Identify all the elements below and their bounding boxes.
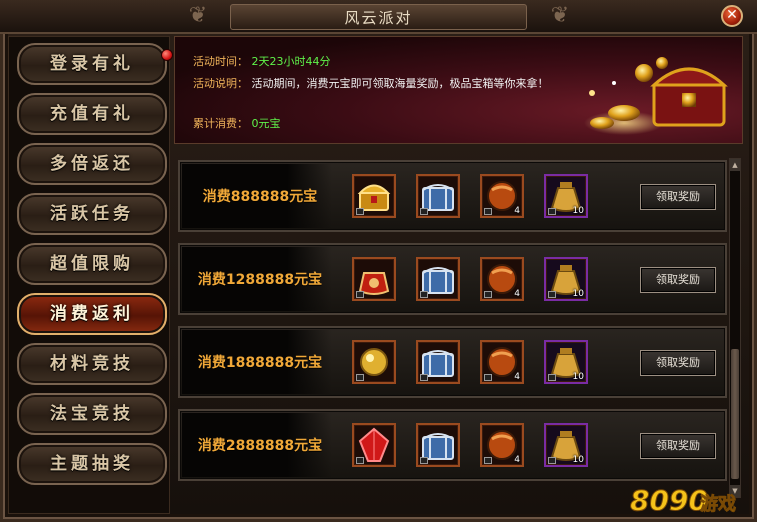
event-description-label: 活动说明： [193, 77, 248, 90]
reward-slot[interactable] [416, 340, 460, 384]
sidebar-item-label: 活跃任务 [50, 204, 134, 224]
bind-icon [420, 208, 428, 215]
reward-list: 消费888888元宝 4 10 领取奖励 消费1288888元宝 4 10 领取… [174, 150, 729, 516]
item-quantity: 4 [514, 206, 520, 216]
sidebar-item-label: 超值限购 [50, 254, 134, 274]
bind-icon [420, 291, 428, 298]
reward-slot[interactable]: 10 [544, 174, 588, 218]
bind-icon [548, 457, 556, 464]
sidebar-item-label: 充值有礼 [50, 104, 134, 124]
reward-slot[interactable]: 4 [480, 423, 524, 467]
reward-threshold: 消费2888888元宝 [197, 438, 323, 454]
sidebar-item-label: 主题抽奖 [50, 454, 134, 474]
sidebar-item-label: 消费返利 [50, 304, 134, 324]
sidebar-item-limited-buy[interactable]: 超值限购 [17, 243, 167, 285]
reward-threshold: 消费1288888元宝 [197, 272, 323, 288]
bind-icon [548, 291, 556, 298]
sidebar-item-multi-return[interactable]: 多倍返还 [17, 143, 167, 185]
sidebar-item-label: 法宝竞技 [50, 404, 134, 424]
accumulated-spend: 累计消费： 0元宝 [193, 115, 281, 131]
scroll-up-icon[interactable]: ▲ [730, 159, 740, 171]
item-quantity: 10 [572, 455, 584, 465]
item-quantity: 10 [572, 289, 584, 299]
claim-reward-button[interactable]: 领取奖励 [640, 267, 716, 293]
bind-icon [484, 457, 492, 464]
bind-icon [420, 457, 428, 464]
claim-reward-button[interactable]: 领取奖励 [640, 350, 716, 376]
bind-icon [420, 374, 428, 381]
reward-slot[interactable] [416, 423, 460, 467]
bind-icon [484, 374, 492, 381]
bind-icon [356, 208, 364, 215]
site-watermark-logo: 8090 游戏 [630, 484, 737, 518]
item-quantity: 10 [572, 372, 584, 382]
reward-slot[interactable] [416, 174, 460, 218]
reward-slot[interactable] [352, 423, 396, 467]
reward-threshold: 消费888888元宝 [202, 189, 318, 205]
reward-row: 消费888888元宝 4 10 领取奖励 [178, 160, 727, 232]
reward-slot[interactable]: 10 [544, 257, 588, 301]
sidebar-item-theme-lottery[interactable]: 主题抽奖 [17, 443, 167, 485]
treasure-pile-icon [584, 57, 728, 135]
event-time-label: 活动时间： [193, 55, 248, 68]
claim-reward-button[interactable]: 领取奖励 [640, 433, 716, 459]
window-title: 风云派对 [230, 4, 527, 30]
reward-slot[interactable] [352, 257, 396, 301]
bind-icon [356, 291, 364, 298]
reward-slot[interactable]: 4 [480, 257, 524, 301]
svg-text:8090: 8090 [630, 484, 708, 517]
bind-icon [548, 374, 556, 381]
bind-icon [356, 374, 364, 381]
reward-row: 消费2888888元宝 4 10 领取奖励 [178, 409, 727, 481]
event-banner: 活动时间： 2天23小时44分 活动说明： 活动期间，消费元宝即可领取海量奖励，… [174, 36, 743, 144]
reward-slot[interactable]: 4 [480, 174, 524, 218]
sidebar: 登录有礼 充值有礼 多倍返还 活跃任务 超值限购 消费返利 材料竞技 法宝竞技 … [8, 36, 173, 514]
event-time: 活动时间： 2天23小时44分 [193, 53, 331, 69]
claim-reward-button[interactable]: 领取奖励 [640, 184, 716, 210]
item-quantity: 4 [514, 455, 520, 465]
reward-row: 消费1288888元宝 4 10 领取奖励 [178, 243, 727, 315]
item-quantity: 10 [572, 206, 584, 216]
sidebar-item-label: 多倍返还 [50, 154, 134, 174]
reward-threshold: 消费1888888元宝 [197, 355, 323, 371]
accumulated-spend-label: 累计消费： [193, 117, 248, 130]
notification-dot [161, 49, 173, 61]
item-quantity: 4 [514, 372, 520, 382]
close-button[interactable]: ✕ [721, 5, 743, 27]
sidebar-item-spend-rebate[interactable]: 消费返利 [17, 293, 167, 335]
scroll-thumb[interactable] [731, 349, 739, 479]
event-description-value: 活动期间，消费元宝即可领取海量奖励，极品宝箱等你来拿！ [251, 77, 549, 90]
reward-slot[interactable]: 4 [480, 340, 524, 384]
item-quantity: 4 [514, 289, 520, 299]
reward-slot[interactable]: 10 [544, 423, 588, 467]
sidebar-item-label: 材料竞技 [50, 354, 134, 374]
svg-text:游戏: 游戏 [700, 493, 736, 515]
scrollbar[interactable]: ▲ ▼ [729, 158, 741, 498]
bind-icon [548, 208, 556, 215]
sidebar-item-material-contest[interactable]: 材料竞技 [17, 343, 167, 385]
event-description: 活动说明： 活动期间，消费元宝即可领取海量奖励，极品宝箱等你来拿！ [193, 75, 549, 91]
reward-slot[interactable]: 10 [544, 340, 588, 384]
left-ornament-icon: ❦ [188, 3, 208, 28]
bind-icon [356, 457, 364, 464]
sidebar-item-treasure-contest[interactable]: 法宝竞技 [17, 393, 167, 435]
reward-slot[interactable] [352, 340, 396, 384]
sidebar-item-active-tasks[interactable]: 活跃任务 [17, 193, 167, 235]
sidebar-item-login-gift[interactable]: 登录有礼 [17, 43, 173, 85]
sidebar-item-label: 登录有礼 [50, 54, 134, 74]
reward-row: 消费1888888元宝 4 10 领取奖励 [178, 326, 727, 398]
title-bar: ❦ 风云派对 ❦ ✕ [0, 0, 757, 34]
event-time-value: 2天23小时44分 [251, 55, 331, 68]
right-ornament-icon: ❦ [550, 3, 570, 28]
sidebar-item-recharge-gift[interactable]: 充值有礼 [17, 93, 167, 135]
reward-slot[interactable] [352, 174, 396, 218]
reward-slot[interactable] [416, 257, 460, 301]
bind-icon [484, 291, 492, 298]
accumulated-spend-value: 0元宝 [251, 117, 281, 130]
bind-icon [484, 208, 492, 215]
